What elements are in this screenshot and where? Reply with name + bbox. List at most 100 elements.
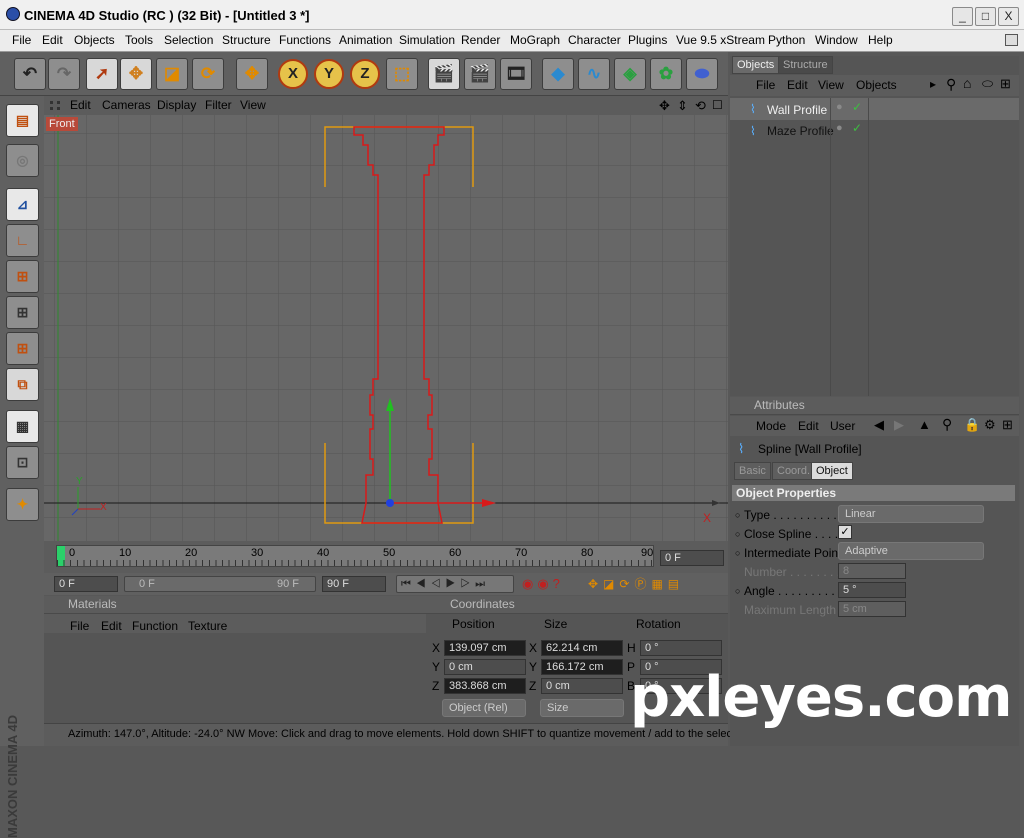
- size-x-field[interactable]: 62.214 cm: [541, 640, 623, 656]
- vp-move-icon[interactable]: ✥: [659, 98, 670, 114]
- size-z-field[interactable]: 0 cm: [541, 678, 623, 694]
- menu-functions[interactable]: Functions: [279, 33, 331, 47]
- lock-icon[interactable]: 🔒: [964, 417, 980, 433]
- search-icon[interactable]: ⚲: [946, 76, 956, 93]
- menu-python[interactable]: Python: [768, 33, 805, 47]
- obj-menu-file[interactable]: File: [756, 78, 775, 92]
- render-picture-viewer-icon[interactable]: 🎬: [464, 58, 496, 90]
- search-icon[interactable]: ⚲: [942, 416, 952, 433]
- rotate-tool-icon[interactable]: ⟳: [192, 58, 224, 90]
- viewport-layout-icon[interactable]: ▤: [6, 104, 39, 137]
- rot-h-field[interactable]: 0 °: [640, 640, 722, 656]
- model-mode-icon[interactable]: ⊿: [6, 188, 39, 221]
- render-settings-icon[interactable]: 🎞: [500, 58, 532, 90]
- vp-menu-cameras[interactable]: Cameras: [102, 98, 151, 112]
- tab-coord[interactable]: Coord.: [772, 462, 816, 480]
- arrow-right-icon[interactable]: ▸: [930, 77, 936, 91]
- nurbs-icon[interactable]: ◈: [614, 58, 646, 90]
- timeline-ruler[interactable]: 0 10 20 30 40 50 60 70 80 90: [56, 545, 654, 567]
- current-frame-field[interactable]: 0 F: [660, 550, 724, 566]
- menu-objects[interactable]: Objects: [74, 33, 115, 47]
- coord-mode-dropdown[interactable]: Object (Rel): [442, 699, 526, 717]
- back-arrow-icon[interactable]: ◀: [874, 417, 884, 433]
- view-icon[interactable]: ⬭: [982, 76, 993, 92]
- new-panel-icon[interactable]: ⊞: [1002, 417, 1013, 433]
- close-spline-checkbox[interactable]: ✓: [838, 525, 852, 539]
- timeline[interactable]: 0 10 20 30 40 50 60 70 80 90 0 F: [44, 541, 728, 573]
- edges-mode-icon[interactable]: ⊞: [6, 296, 39, 329]
- polygons-mode-icon[interactable]: ⊞: [6, 332, 39, 365]
- undo-icon[interactable]: ↶: [14, 58, 46, 90]
- anim-dot-icon[interactable]: ○: [735, 586, 740, 596]
- attr-menu-user[interactable]: User: [830, 419, 855, 433]
- playback-controls[interactable]: ⏮◀◁▶▷⏭: [396, 575, 514, 593]
- move-tool-icon[interactable]: ✥: [120, 58, 152, 90]
- object-axis-icon[interactable]: ∟: [6, 224, 39, 257]
- enabled-check-icon[interactable]: ✓: [852, 100, 862, 114]
- home-icon[interactable]: ⌂: [963, 75, 971, 91]
- object-row[interactable]: ⌇ Maze Profile ● ✓: [730, 120, 1019, 140]
- attr-menu-mode[interactable]: Mode: [756, 419, 786, 433]
- enabled-check-icon[interactable]: ✓: [852, 121, 862, 135]
- obj-menu-objects[interactable]: Objects: [856, 78, 897, 92]
- menu-structure[interactable]: Structure: [222, 33, 271, 47]
- vp-maximize-icon[interactable]: ☐: [712, 98, 723, 112]
- array-icon[interactable]: ✿: [650, 58, 682, 90]
- vp-menu-filter[interactable]: Filter: [205, 98, 232, 112]
- object-name[interactable]: Wall Profile: [767, 103, 827, 117]
- tab-structure[interactable]: Structure: [778, 56, 833, 74]
- anim-dot-icon[interactable]: ○: [735, 529, 740, 539]
- type-dropdown[interactable]: Linear: [838, 505, 984, 523]
- scale-tool-icon[interactable]: ◪: [156, 58, 188, 90]
- x-axis-lock-button[interactable]: X: [278, 59, 308, 89]
- viewport-front[interactable]: Front X Y X: [44, 115, 728, 541]
- points-mode-icon[interactable]: ⊞: [6, 260, 39, 293]
- cube-icon[interactable]: ◆: [542, 58, 574, 90]
- anim-dot-icon[interactable]: ○: [735, 548, 740, 558]
- frame-range-slider[interactable]: 0 F 90 F: [124, 576, 316, 592]
- anim-dot-icon[interactable]: ○: [735, 510, 740, 520]
- deformer-icon[interactable]: ⬬: [686, 58, 718, 90]
- object-pivot[interactable]: [386, 499, 394, 507]
- render-view-icon[interactable]: 🎬: [428, 58, 460, 90]
- object-mode-icon[interactable]: ⧉: [6, 368, 39, 401]
- texture-mode-icon[interactable]: ▦: [6, 410, 39, 443]
- menu-animation[interactable]: Animation: [339, 33, 392, 47]
- record-keys-icons[interactable]: ◉◉?: [522, 575, 582, 593]
- z-axis-lock-button[interactable]: Z: [350, 59, 380, 89]
- redo-icon[interactable]: ↷: [48, 58, 80, 90]
- bodypaint-icon[interactable]: ✦: [6, 488, 39, 521]
- menu-simulation[interactable]: Simulation: [399, 33, 455, 47]
- menu-selection[interactable]: Selection: [164, 33, 213, 47]
- vp-menu-view[interactable]: View: [240, 98, 266, 112]
- last-tool-icon[interactable]: ✥: [236, 58, 268, 90]
- menu-window[interactable]: Window: [815, 33, 858, 47]
- maximize-button[interactable]: □: [975, 7, 996, 26]
- size-y-field[interactable]: 166.172 cm: [541, 659, 623, 675]
- start-frame-field[interactable]: 0 F: [54, 576, 118, 592]
- menu-mograph[interactable]: MoGraph: [510, 33, 560, 47]
- up-arrow-icon[interactable]: ▲: [918, 417, 931, 432]
- pos-y-field[interactable]: 0 cm: [444, 659, 526, 675]
- spline-icon[interactable]: ∿: [578, 58, 610, 90]
- tab-basic[interactable]: Basic: [734, 462, 771, 480]
- menu-tools[interactable]: Tools: [125, 33, 153, 47]
- menu-render[interactable]: Render: [461, 33, 500, 47]
- materials-list[interactable]: [44, 634, 426, 722]
- tab-object[interactable]: Object: [811, 462, 853, 480]
- end-frame-field[interactable]: 90 F: [322, 576, 386, 592]
- pos-z-field[interactable]: 383.868 cm: [444, 678, 526, 694]
- angle-field[interactable]: 5 °: [838, 582, 906, 598]
- object-name[interactable]: Maze Profile: [767, 124, 834, 138]
- obj-menu-view[interactable]: View: [818, 78, 844, 92]
- vp-menu-display[interactable]: Display: [157, 98, 196, 112]
- close-button[interactable]: X: [998, 7, 1019, 26]
- y-axis-lock-button[interactable]: Y: [314, 59, 344, 89]
- menu-character[interactable]: Character: [568, 33, 621, 47]
- workplane-icon[interactable]: ⊡: [6, 446, 39, 479]
- number-field[interactable]: 8: [838, 563, 906, 579]
- vp-rotate-icon[interactable]: ⟲: [695, 98, 706, 114]
- forward-arrow-icon[interactable]: ▶: [894, 417, 904, 433]
- settings-icon[interactable]: ⚙: [984, 417, 996, 433]
- obj-menu-edit[interactable]: Edit: [787, 78, 808, 92]
